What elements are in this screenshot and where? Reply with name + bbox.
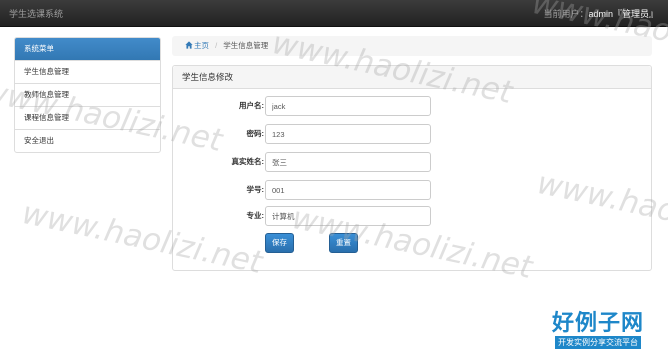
real-name-input[interactable] bbox=[265, 152, 431, 172]
panel-title: 学生信息修改 bbox=[173, 66, 651, 89]
breadcrumb-current: 学生信息管理 bbox=[223, 41, 269, 50]
major-label: 专业: bbox=[246, 211, 265, 220]
home-icon bbox=[185, 36, 194, 56]
top-navbar: 学生选课系统 当前用户：admin『管理员』 bbox=[0, 0, 668, 27]
sidebar-item-course-management[interactable]: 课程信息管理 bbox=[15, 106, 160, 129]
site-logo[interactable]: 好例子网 开发实例分享交流平台 bbox=[530, 312, 666, 349]
current-user-prefix: 当前用户： bbox=[543, 9, 589, 19]
form-row-password: 密码: bbox=[173, 124, 651, 144]
password-label: 密码: bbox=[246, 129, 265, 138]
save-button[interactable]: 保存 bbox=[265, 233, 294, 253]
form-row-username: 用户名: bbox=[173, 96, 651, 116]
reset-button[interactable]: 重置 bbox=[329, 233, 358, 253]
sidebar-item-teacher-management[interactable]: 教师信息管理 bbox=[15, 83, 160, 106]
student-id-label: 学号: bbox=[246, 185, 265, 194]
sidebar-item-logout[interactable]: 安全退出 bbox=[15, 129, 160, 152]
username-label: 用户名: bbox=[239, 101, 264, 110]
real-name-label: 真实姓名: bbox=[231, 157, 265, 166]
password-input[interactable] bbox=[265, 124, 431, 144]
breadcrumb: 主页 / 学生信息管理 bbox=[172, 36, 652, 56]
student-id-input[interactable] bbox=[265, 180, 431, 200]
sidebar-title: 系统菜单 bbox=[15, 38, 160, 60]
form-row-major: 专业: bbox=[173, 206, 651, 226]
logo-tagline: 开发实例分享交流平台 bbox=[555, 336, 641, 349]
current-user-name: admin『管理员』 bbox=[588, 9, 658, 19]
student-edit-panel: 学生信息修改 用户名: 密码: 真实姓名: 学号: 专业: 保存 重置 bbox=[172, 65, 652, 271]
sidebar-menu: 系统菜单 学生信息管理 教师信息管理 课程信息管理 安全退出 bbox=[14, 37, 161, 153]
current-user-info: 当前用户：admin『管理员』 bbox=[543, 7, 658, 20]
major-input[interactable] bbox=[265, 206, 431, 226]
breadcrumb-home[interactable]: 主页 bbox=[185, 41, 211, 50]
username-input[interactable] bbox=[265, 96, 431, 116]
logo-text: 好例子网 bbox=[551, 311, 644, 336]
form-row-student-id: 学号: bbox=[173, 180, 651, 200]
breadcrumb-separator: / bbox=[215, 41, 218, 50]
sidebar-item-student-management[interactable]: 学生信息管理 bbox=[15, 60, 160, 83]
breadcrumb-home-label[interactable]: 主页 bbox=[194, 41, 209, 50]
app-brand[interactable]: 学生选课系统 bbox=[9, 7, 63, 20]
form-row-real-name: 真实姓名: bbox=[173, 152, 651, 172]
